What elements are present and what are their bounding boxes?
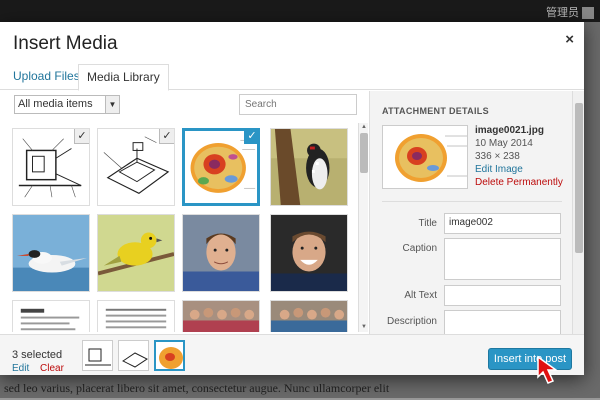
description-label: Description: [386, 316, 437, 327]
attachment-thumb-portrait-2[interactable]: [270, 214, 348, 292]
alt-text-label: Alt Text: [404, 290, 437, 301]
caption-field[interactable]: [444, 238, 561, 280]
edit-image-link[interactable]: Edit Image: [475, 163, 563, 176]
checkmark-icon[interactable]: ✓: [74, 129, 89, 144]
admin-user-menu[interactable]: 管理员: [546, 4, 594, 20]
delete-permanently-link[interactable]: Delete Permanently: [475, 176, 563, 189]
tab-upload-files[interactable]: Upload Files: [5, 64, 88, 90]
background-editor-text: sed leo varius, placerat libero sit amet…: [4, 381, 390, 395]
cell-diagram-mini: [156, 342, 183, 369]
grid-scrollbar[interactable]: ▲ ▼: [358, 123, 368, 332]
tab-media-library[interactable]: Media Library: [78, 64, 169, 91]
man-portrait-photo: [183, 215, 259, 291]
attachment-thumb-group-2[interactable]: [270, 300, 348, 332]
selection-thumb-2[interactable]: [118, 340, 149, 371]
woodpecker-photo: [271, 129, 347, 205]
attachment-details-sidebar: ATTACHMENT DETAILS image0021.jpg 10 May …: [369, 91, 572, 334]
attachment-thumb-cell[interactable]: ✓: [182, 128, 260, 206]
attachment-thumb-diagram-1[interactable]: ✓: [12, 128, 90, 206]
selection-count: 3 selected: [12, 349, 63, 361]
attachment-filename: image0021.jpg: [475, 125, 544, 136]
clear-selection-link[interactable]: Clear: [40, 363, 64, 374]
search-input[interactable]: [239, 94, 357, 115]
title-label: Title: [418, 218, 437, 229]
mousetrap-diagram-mini: [119, 341, 148, 370]
avatar: [582, 7, 594, 20]
group-photo: [183, 301, 259, 332]
attachment-thumb-document-1[interactable]: [12, 300, 90, 332]
edit-selection-link[interactable]: Edit: [12, 363, 29, 374]
attachment-details-heading: ATTACHMENT DETAILS: [382, 106, 489, 116]
attachment-thumb-diagram-2[interactable]: ✓: [97, 128, 175, 206]
document-scan-image: [13, 301, 89, 332]
sidebar-scroll-thumb[interactable]: [575, 103, 583, 253]
media-toolbar: All media items ▼: [0, 90, 366, 122]
cell-diagram-preview: [383, 126, 467, 188]
machine-diagram-mini: [83, 341, 112, 370]
cursor-arrow-icon: [537, 355, 559, 384]
close-icon[interactable]: ×: [565, 31, 574, 48]
attachment-thumb-portrait-1[interactable]: [182, 214, 260, 292]
caption-label: Caption: [402, 243, 437, 254]
smiling-man-photo: [271, 215, 347, 291]
title-field[interactable]: image002: [444, 213, 561, 234]
attachment-thumb-tern[interactable]: [12, 214, 90, 292]
sidebar-divider: [382, 201, 562, 202]
sidebar-scrollbar[interactable]: [572, 91, 584, 334]
media-router: Upload Files Media Library: [0, 60, 584, 91]
attachment-thumb-document-2[interactable]: [97, 300, 175, 332]
scroll-down-icon[interactable]: ▼: [359, 323, 369, 332]
attachment-date: 10 May 2014: [475, 138, 533, 149]
selection-thumb-3[interactable]: [154, 340, 185, 371]
attachment-dimensions: 336 × 238: [475, 151, 520, 162]
media-footer-toolbar: 3 selected Edit Clear Insert into post: [0, 334, 584, 375]
media-filter-select[interactable]: All media items ▼: [14, 95, 120, 114]
attachment-meta: image0021.jpg 10 May 2014 336 × 238 Edit…: [475, 124, 563, 189]
tern-photo: [13, 215, 89, 291]
warbler-photo: [98, 215, 174, 291]
modal-title: Insert Media: [13, 33, 118, 54]
insert-media-modal: Insert Media × Upload Files Media Librar…: [0, 22, 584, 375]
scroll-up-icon[interactable]: ▲: [359, 123, 369, 132]
dropdown-arrow-icon: ▼: [105, 96, 119, 113]
grid-scroll-thumb[interactable]: [360, 133, 368, 173]
description-field[interactable]: [444, 310, 561, 334]
admin-bar: 管理员: [0, 0, 600, 22]
attachments-grid: ✓ ✓ ✓: [0, 124, 356, 332]
checkmark-icon[interactable]: ✓: [244, 131, 257, 144]
checkmark-icon[interactable]: ✓: [159, 129, 174, 144]
attachment-thumb-woodpecker[interactable]: [270, 128, 348, 206]
document-page-image: [98, 301, 174, 332]
attachment-thumb-group-1[interactable]: [182, 300, 260, 332]
selection-thumb-1[interactable]: [82, 340, 113, 371]
group-photo: [271, 301, 347, 332]
admin-user-name: 管理员: [546, 7, 579, 19]
alt-text-field[interactable]: [444, 285, 561, 306]
attachment-preview: [382, 125, 468, 189]
filter-value: All media items: [18, 98, 93, 110]
attachment-thumb-warbler[interactable]: [97, 214, 175, 292]
